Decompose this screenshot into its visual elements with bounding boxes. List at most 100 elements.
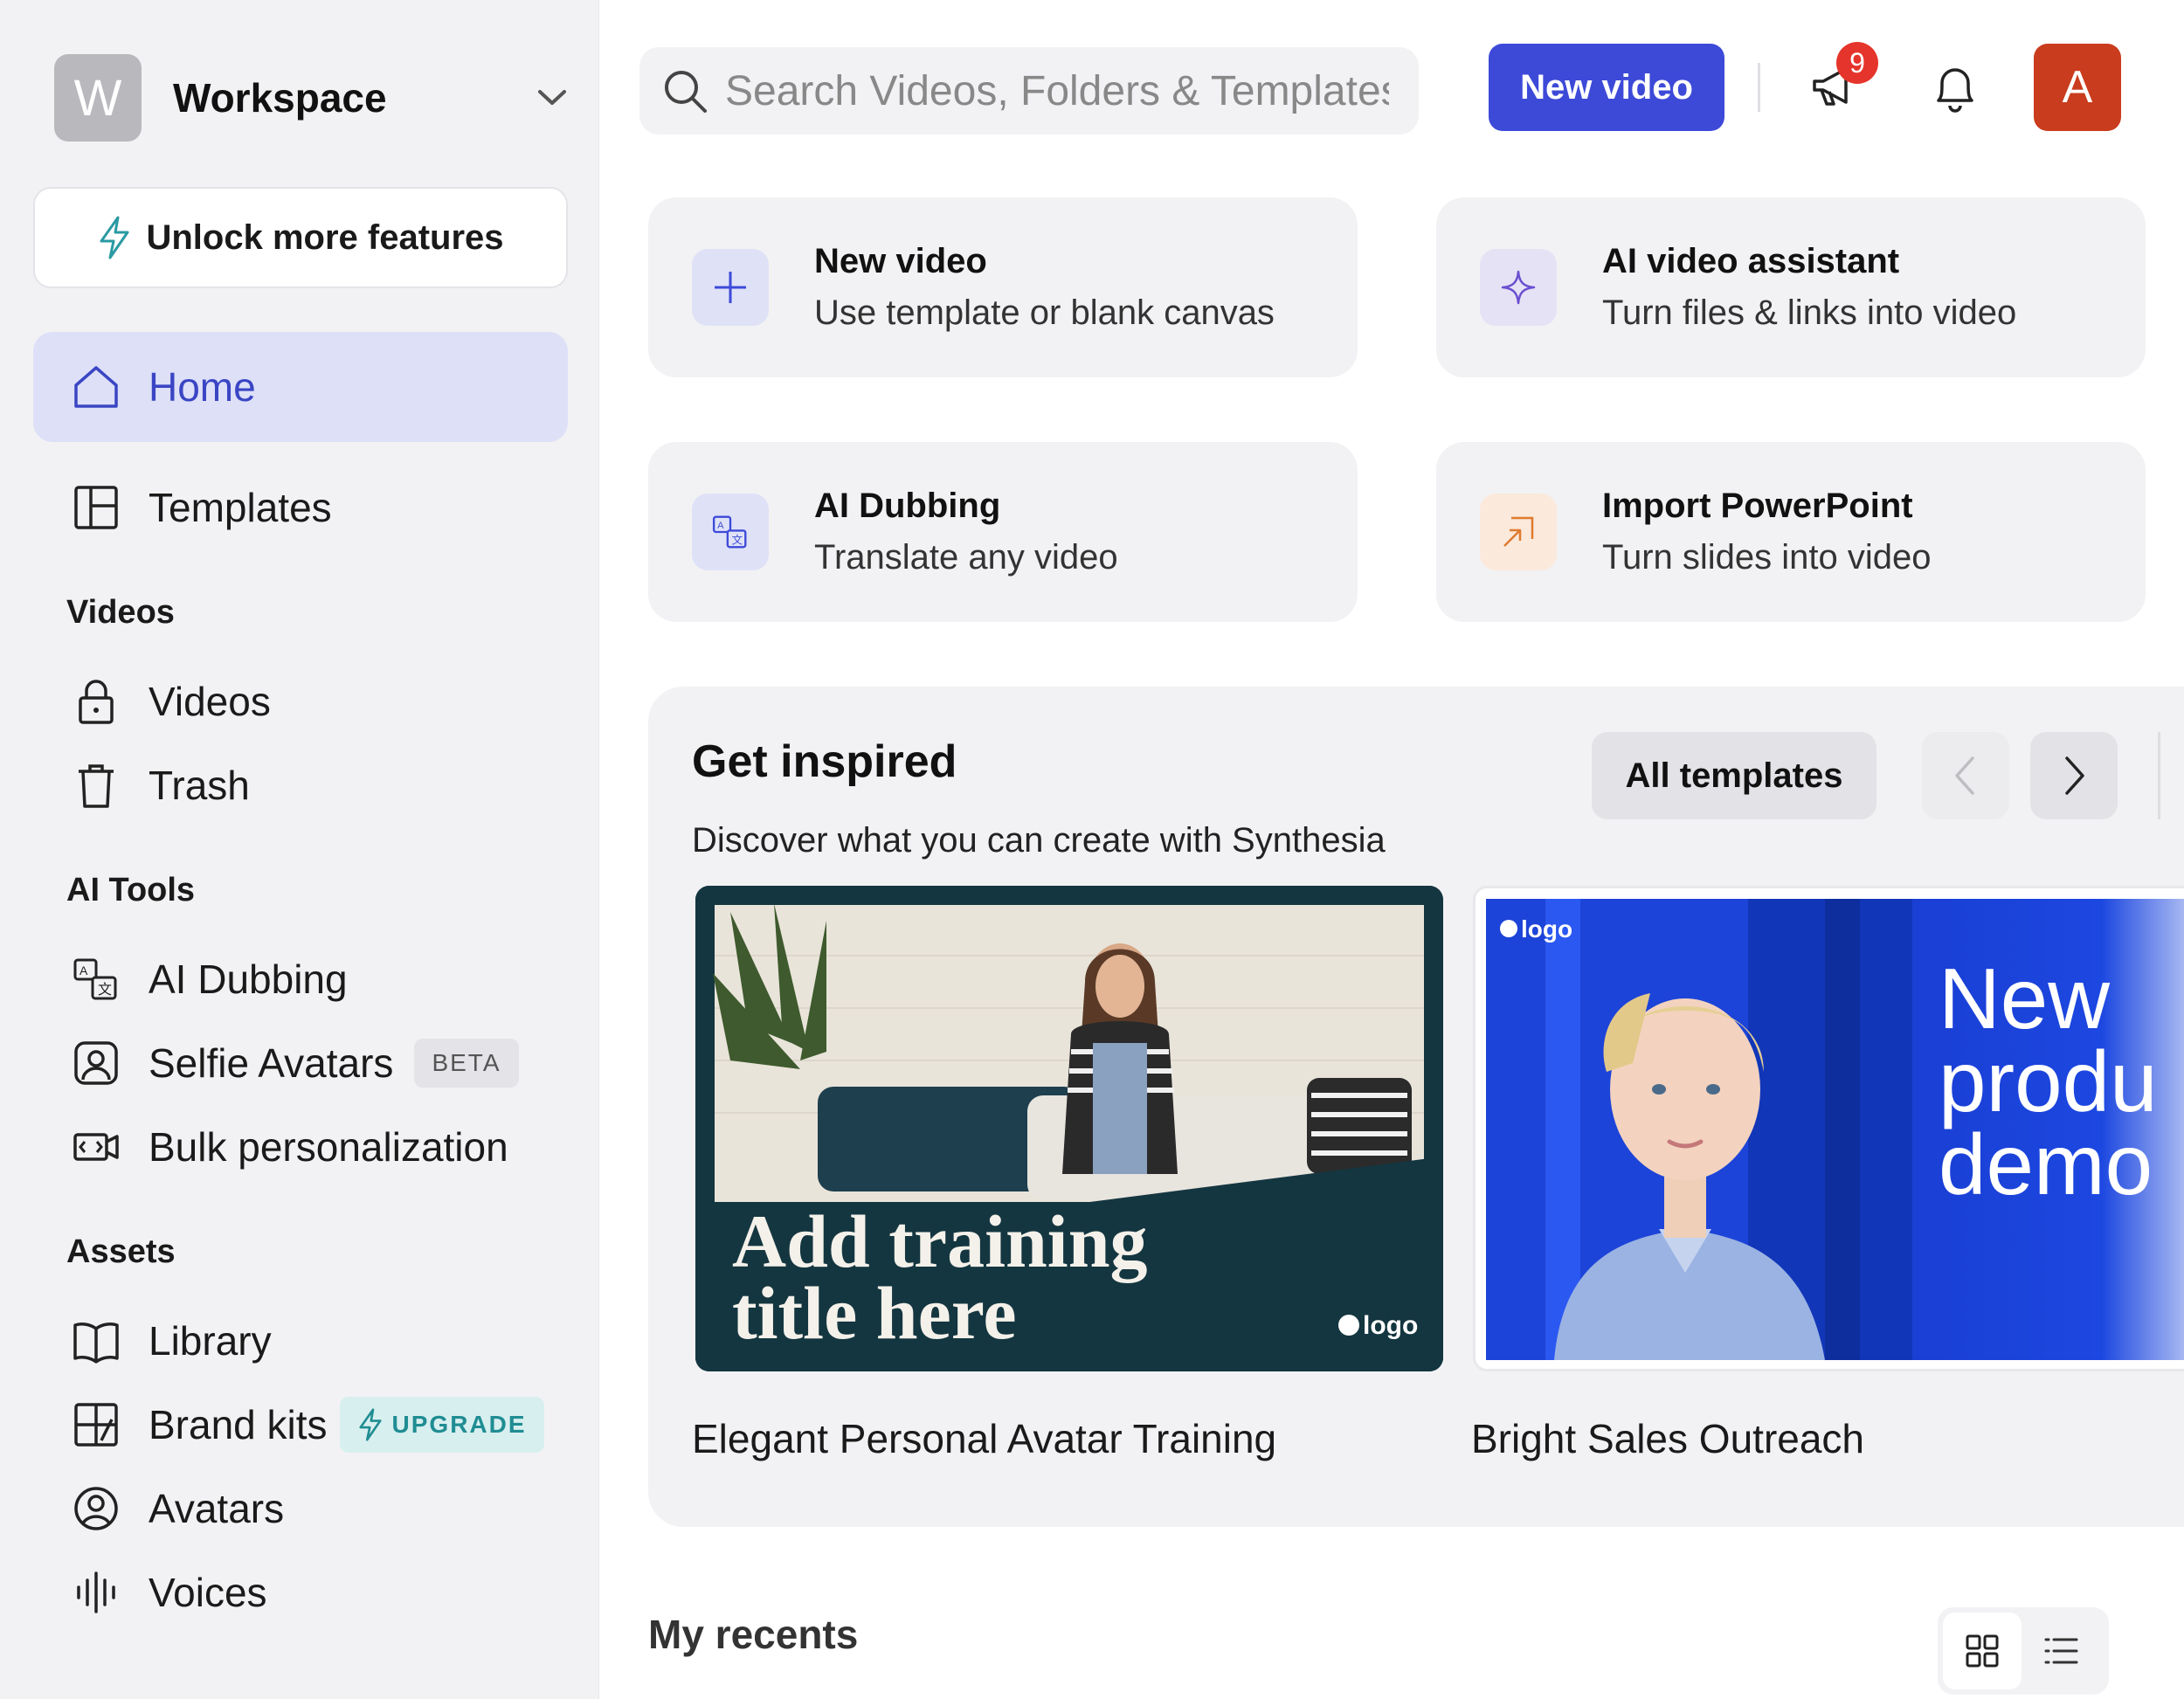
plus-icon: [692, 249, 769, 326]
grid-view-button[interactable]: [1943, 1613, 2022, 1689]
grid-icon: [1966, 1634, 1999, 1668]
template-name: Elegant Personal Avatar Training: [692, 1416, 1277, 1461]
card-title: AI video assistant: [1602, 242, 1900, 280]
sidebar: W Workspace Unlock more features Home Te…: [0, 0, 599, 1699]
list-icon: [2044, 1638, 2078, 1664]
sidebar-item-label: Selfie Avatars: [149, 1040, 394, 1086]
template-overlay-line: New: [1939, 950, 2111, 1046]
my-recents-title: My recents: [648, 1612, 859, 1657]
get-inspired-title: Get inspired: [692, 736, 957, 787]
get-inspired-panel: Get inspired Discover what you can creat…: [648, 687, 2184, 1527]
carousel-prev-button[interactable]: [1922, 732, 2009, 819]
template-card-elegant-training[interactable]: Add training title here logo: [695, 886, 1443, 1371]
template-card-bright-sales[interactable]: logo New produ demo: [1473, 886, 2184, 1371]
sidebar-item-brand-kits[interactable]: Brand kits UPGRADE: [33, 1387, 568, 1462]
template-name: Bright Sales Outreach: [1471, 1416, 1865, 1461]
book-icon: [72, 1316, 121, 1365]
view-toggle: [1938, 1607, 2109, 1695]
sidebar-item-label: Bulk personalization: [149, 1124, 508, 1170]
template-logo: logo: [1521, 915, 1572, 943]
sidebar-item-label: Brand kits: [149, 1402, 328, 1447]
ai-dubbing-card[interactable]: A文 AI Dubbing Translate any video: [648, 442, 1358, 622]
section-title-assets: Assets: [66, 1233, 176, 1270]
svg-text:A: A: [79, 963, 88, 977]
template-logo: logo: [1363, 1311, 1418, 1340]
sparkle-icon: [1480, 249, 1557, 326]
unlock-features-button[interactable]: Unlock more features: [33, 187, 568, 288]
lightning-icon: [100, 216, 129, 259]
sidebar-item-label: Home: [149, 364, 256, 410]
sidebar-item-trash[interactable]: Trash: [33, 748, 568, 823]
get-inspired-subtitle: Discover what you can create with Synthe…: [692, 821, 1386, 860]
card-title: New video: [814, 242, 987, 280]
search-input[interactable]: [725, 66, 1389, 115]
sidebar-item-library[interactable]: Library: [33, 1303, 568, 1378]
avatar-icon: [72, 1484, 121, 1533]
workspace-avatar: W: [54, 54, 142, 142]
card-subtitle: Turn slides into video: [1602, 538, 1932, 577]
bell-icon: [1937, 68, 1973, 113]
section-title-videos: Videos: [66, 594, 175, 631]
lightning-icon: [358, 1408, 382, 1441]
selfie-avatar-icon: [72, 1039, 121, 1088]
card-title: AI Dubbing: [814, 487, 1001, 525]
panel-divider: [2158, 732, 2160, 819]
sidebar-item-label: Trash: [149, 763, 250, 808]
template-overlay-line: produ: [1939, 1033, 2158, 1129]
upgrade-badge[interactable]: UPGRADE: [339, 1397, 544, 1453]
import-icon: [1480, 494, 1557, 570]
unlock-label: Unlock more features: [146, 218, 504, 257]
trash-icon: [72, 761, 121, 810]
import-powerpoint-card[interactable]: Import PowerPoint Turn slides into video: [1436, 442, 2146, 622]
workspace-name: Workspace: [173, 75, 387, 121]
chevron-left-icon: [1955, 756, 1974, 795]
notification-count-badge: 9: [1836, 42, 1878, 84]
sidebar-item-videos[interactable]: Videos: [33, 664, 568, 739]
new-video-card[interactable]: New video Use template or blank canvas: [648, 197, 1358, 377]
upgrade-label: UPGRADE: [391, 1411, 527, 1438]
carousel-next-button[interactable]: [2030, 732, 2118, 819]
chevron-right-icon: [2065, 756, 2084, 795]
sidebar-item-bulk-personalization[interactable]: Bulk personalization: [33, 1109, 568, 1184]
template-thumbnail: logo New produ demo: [1486, 899, 2184, 1360]
sidebar-item-label: Videos: [149, 679, 271, 724]
sidebar-item-label: Templates: [149, 485, 332, 530]
search-bar[interactable]: [639, 47, 1419, 135]
svg-text:文: 文: [98, 981, 112, 998]
waveform-icon: [72, 1568, 121, 1617]
bulk-personalization-icon: [72, 1122, 121, 1171]
ai-video-assistant-card[interactable]: AI video assistant Turn files & links in…: [1436, 197, 2146, 377]
sidebar-item-avatars[interactable]: Avatars: [33, 1471, 568, 1546]
svg-text:A: A: [717, 521, 724, 531]
notifications-button[interactable]: [1920, 52, 1990, 122]
svg-text:文: 文: [732, 533, 743, 546]
list-view-button[interactable]: [2022, 1613, 2100, 1689]
sidebar-item-label: AI Dubbing: [149, 957, 348, 1002]
sidebar-item-selfie-avatars[interactable]: Selfie Avatars BETA: [33, 1026, 568, 1101]
templates-icon: [72, 483, 121, 532]
sidebar-item-ai-dubbing[interactable]: A文 AI Dubbing: [33, 942, 568, 1017]
section-title-ai-tools: AI Tools: [66, 872, 196, 908]
user-avatar[interactable]: A: [2034, 44, 2121, 131]
sidebar-item-label: Voices: [149, 1570, 267, 1615]
sidebar-item-home[interactable]: Home: [33, 332, 568, 442]
lock-icon: [72, 677, 121, 726]
all-templates-button[interactable]: All templates: [1592, 732, 1876, 819]
search-icon: [665, 71, 707, 113]
workspace-switcher[interactable]: W Workspace: [54, 54, 570, 142]
home-icon: [72, 363, 121, 411]
chevron-down-icon[interactable]: [535, 80, 570, 115]
template-overlay-line: title here: [732, 1271, 1017, 1355]
sidebar-item-label: Library: [149, 1318, 272, 1364]
header-divider: [1758, 63, 1760, 112]
brand-kit-icon: [72, 1400, 121, 1449]
sidebar-item-templates[interactable]: Templates: [33, 470, 568, 545]
sidebar-item-voices[interactable]: Voices: [33, 1555, 568, 1630]
card-title: Import PowerPoint: [1602, 487, 1913, 525]
card-subtitle: Use template or blank canvas: [814, 294, 1275, 332]
card-subtitle: Translate any video: [814, 538, 1118, 577]
new-video-button[interactable]: New video: [1489, 44, 1724, 131]
beta-badge: BETA: [414, 1039, 519, 1088]
card-subtitle: Turn files & links into video: [1602, 294, 2017, 332]
template-thumbnail: Add training title here logo: [695, 886, 1443, 1371]
